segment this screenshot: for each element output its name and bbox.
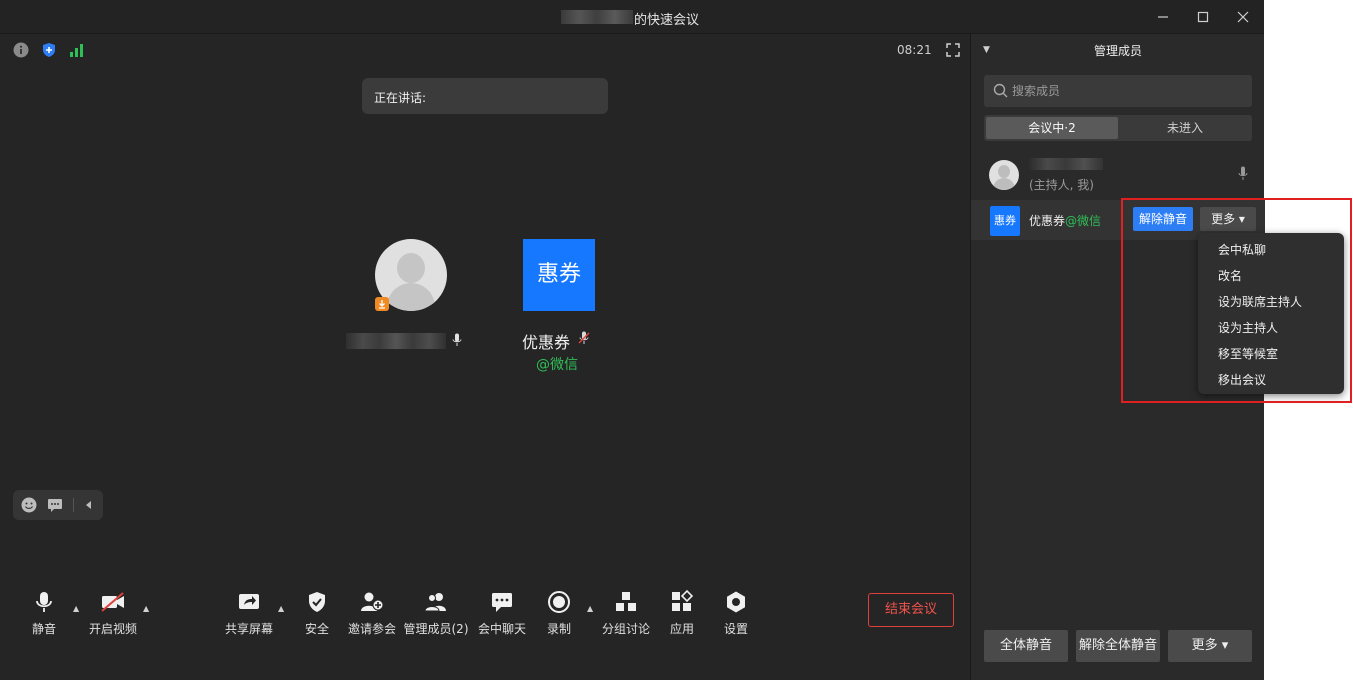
reaction-bar [13,490,103,520]
shield-icon[interactable] [41,42,57,61]
signal-icon[interactable] [69,42,85,61]
avatar [989,160,1019,190]
fullscreen-icon[interactable] [946,43,960,57]
tab-not-joined[interactable]: 未进入 [1120,117,1250,139]
member-role: (主持人, 我) [1029,178,1094,192]
mute-button[interactable]: 静音 [9,590,79,637]
mic-icon [9,590,79,614]
share-screen-label: 共享屏幕 [224,622,273,636]
settings-label: 设置 [723,622,748,636]
add-user-icon [337,590,407,614]
member-logo: 惠券 [990,206,1020,236]
speaking-indicator: 正在讲话: [362,78,608,114]
invite-button[interactable]: 邀请参会 [337,590,407,637]
title-bar: 的快速会议 [0,0,1264,34]
record-icon [524,590,594,614]
footer-more-button[interactable]: 更多 ▾ [1168,630,1252,662]
record-label: 录制 [546,622,571,636]
manage-members-label: 管理成员(2) [403,622,469,636]
video-off-icon [78,590,148,614]
mic-icon [1238,166,1248,184]
participant-name: 优惠券 [522,333,571,352]
participant-wechat-tag: @微信 [536,357,578,373]
search-icon [993,83,1008,101]
manage-members-button[interactable]: 管理成员(2) [401,590,471,637]
mute-all-button[interactable]: 全体静音 [984,630,1068,662]
video-stage: 08:21 正在讲话: [0,34,970,680]
meeting-timer: 08:21 [897,43,932,57]
host-badge-icon [375,297,389,311]
tab-in-meeting[interactable]: 会议中·2 [986,117,1118,139]
title-name-redacted [561,10,633,24]
member-name-text: 优惠券 [1029,214,1066,228]
meeting-window: 的快速会议 08:21 正在讲话: 惠券 优惠券 @微信 静音 ▲ 开启视频 ▲… [0,0,1265,680]
search-input[interactable] [1012,81,1242,101]
member-wechat-tag: @微信 [1065,214,1102,228]
member-row[interactable]: (主持人, 我) [971,152,1265,196]
end-meeting-button[interactable]: 结束会议 [868,593,954,627]
video-label: 开启视频 [88,622,137,636]
settings-button[interactable]: 设置 [701,590,771,637]
member-tabs: 会议中·2 未进入 [984,115,1252,141]
share-screen-icon [214,590,284,614]
emoji-icon[interactable] [21,497,37,516]
highlight-annotation [1121,198,1352,403]
member-name-redacted [1029,158,1103,170]
member-search [984,75,1252,107]
mic-off-icon [578,331,590,348]
share-screen-button[interactable]: 共享屏幕 [214,590,284,637]
settings-icon [701,590,771,614]
maximize-icon[interactable] [1194,8,1212,26]
unmute-all-button[interactable]: 解除全体静音 [1076,630,1160,662]
member-name: 优惠券@微信 [1029,212,1101,229]
minimize-icon[interactable] [1154,8,1172,26]
users-icon [401,590,471,614]
panel-title: 管理成员 [1093,44,1142,58]
participant-name-redacted [346,333,446,349]
close-icon[interactable] [1234,8,1252,26]
invite-label: 邀请参会 [347,622,396,636]
mic-icon [452,333,462,350]
window-title: 的快速会议 [634,13,700,28]
info-icon[interactable] [13,42,29,61]
footer-more-label: 更多 [1191,638,1218,653]
collapse-left-icon[interactable] [83,497,95,516]
record-button[interactable]: 录制 [524,590,594,637]
mute-label: 静音 [31,622,56,636]
video-button[interactable]: 开启视频 [78,590,148,637]
comment-icon[interactable] [47,497,63,516]
caret-up-icon[interactable]: ▲ [143,604,149,613]
participant-logo: 惠券 [523,239,595,311]
